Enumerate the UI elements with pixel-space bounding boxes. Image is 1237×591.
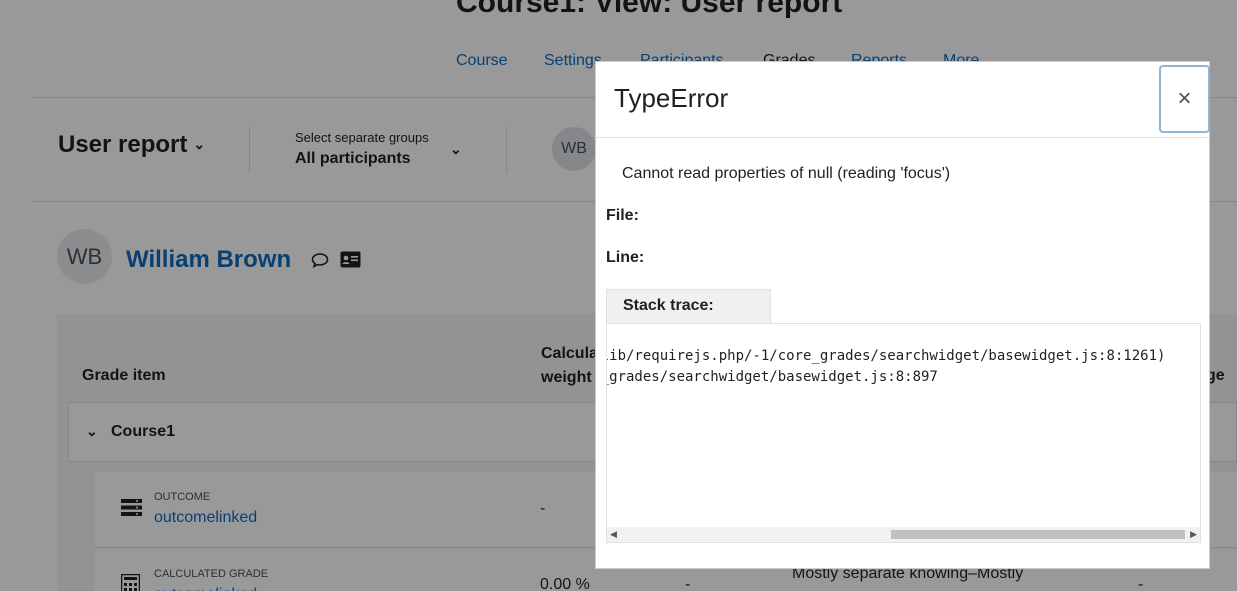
line-label: Line: xyxy=(606,249,645,266)
error-dialog: TypeError × Cannot read properties of nu… xyxy=(595,61,1210,569)
horizontal-scrollbar[interactable]: ◀ ▶ xyxy=(607,527,1200,542)
stack-trace-box[interactable]: r/lib/requirejs.php/-1/core_grades/searc… xyxy=(606,323,1201,543)
stack-trace-text: r/lib/requirejs.php/-1/core_grades/searc… xyxy=(606,348,1166,385)
scroll-right-icon[interactable]: ▶ xyxy=(1190,529,1197,540)
stack-trace-tab[interactable]: Stack trace: xyxy=(606,289,771,323)
error-message: Cannot read properties of null (reading … xyxy=(622,165,951,182)
file-label: File: xyxy=(606,207,639,224)
scrollbar-thumb[interactable] xyxy=(891,530,1185,539)
scroll-left-icon[interactable]: ◀ xyxy=(610,529,617,540)
close-icon: × xyxy=(1177,85,1192,112)
dialog-header: TypeError × xyxy=(596,62,1210,138)
close-button[interactable]: × xyxy=(1159,65,1210,133)
dialog-title: TypeError xyxy=(614,83,729,113)
